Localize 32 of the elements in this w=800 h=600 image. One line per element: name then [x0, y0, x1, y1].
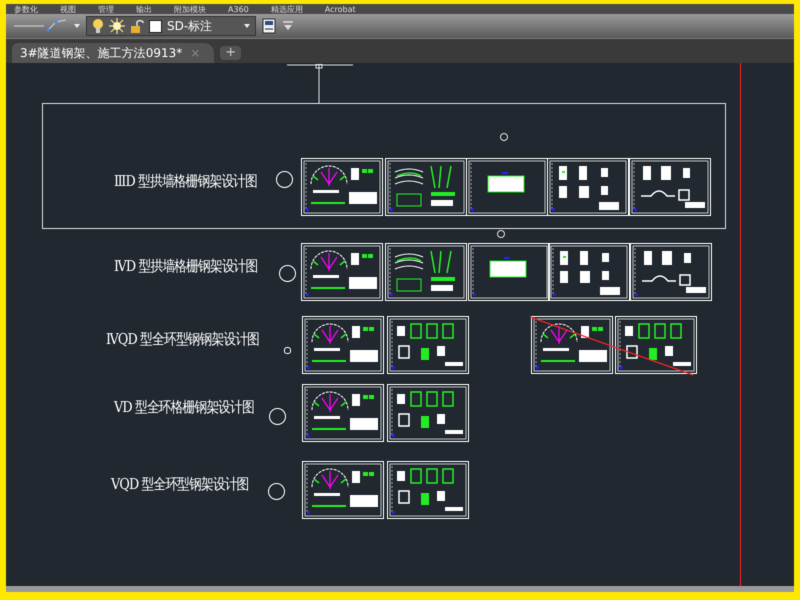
menu-item[interactable]: 输出: [136, 4, 152, 14]
layer-properties-icon[interactable]: [262, 18, 276, 34]
color-swatch: [149, 20, 162, 32]
drawing-title: ⅢD 型拱墙格栅钢架设计图: [114, 172, 258, 191]
layer-dropdown[interactable]: SD-标注: [86, 16, 256, 36]
grip-icon[interactable]: [497, 230, 505, 238]
grip-icon[interactable]: [500, 133, 508, 141]
caret-icon: [74, 24, 80, 28]
menu-item[interactable]: Acrobat: [324, 4, 356, 14]
tab-title: 3#隧道钢架、施工方法0913*: [20, 44, 182, 62]
circle-marker: [269, 408, 286, 425]
menu-item[interactable]: 附加模块: [174, 4, 206, 14]
menu-item[interactable]: 参数化: [14, 4, 38, 14]
horizontal-scrollbar[interactable]: [6, 586, 794, 592]
new-tab-button[interactable]: +: [220, 46, 242, 60]
caret-icon: [244, 24, 250, 28]
menu-item[interactable]: 管理: [98, 4, 114, 14]
menu-item[interactable]: A360: [228, 4, 249, 14]
circle-marker: [279, 265, 296, 282]
menu-item[interactable]: 视图: [60, 4, 76, 14]
insertion-point-drawing: [286, 64, 356, 104]
circle-marker: [268, 483, 285, 500]
circle-marker: [276, 171, 293, 188]
layer-name: SD-标注: [167, 18, 214, 34]
drawing-title: ⅣQD 型全环型钢钢架设计图: [106, 330, 260, 349]
tool-dropdown[interactable]: [12, 18, 80, 34]
drawing-title: ⅣD 型拱墙格栅钢架设计图: [114, 257, 258, 276]
drawing-title: ⅤD 型全环格栅钢架设计图: [114, 398, 254, 417]
file-tab[interactable]: 3#隧道钢架、施工方法0913* ×: [12, 43, 214, 63]
menu-item[interactable]: 精选应用: [270, 4, 303, 14]
drawing-title: ⅤQD 型全环型钢架设计图: [111, 475, 249, 494]
dropdown-icon[interactable]: [282, 21, 294, 31]
